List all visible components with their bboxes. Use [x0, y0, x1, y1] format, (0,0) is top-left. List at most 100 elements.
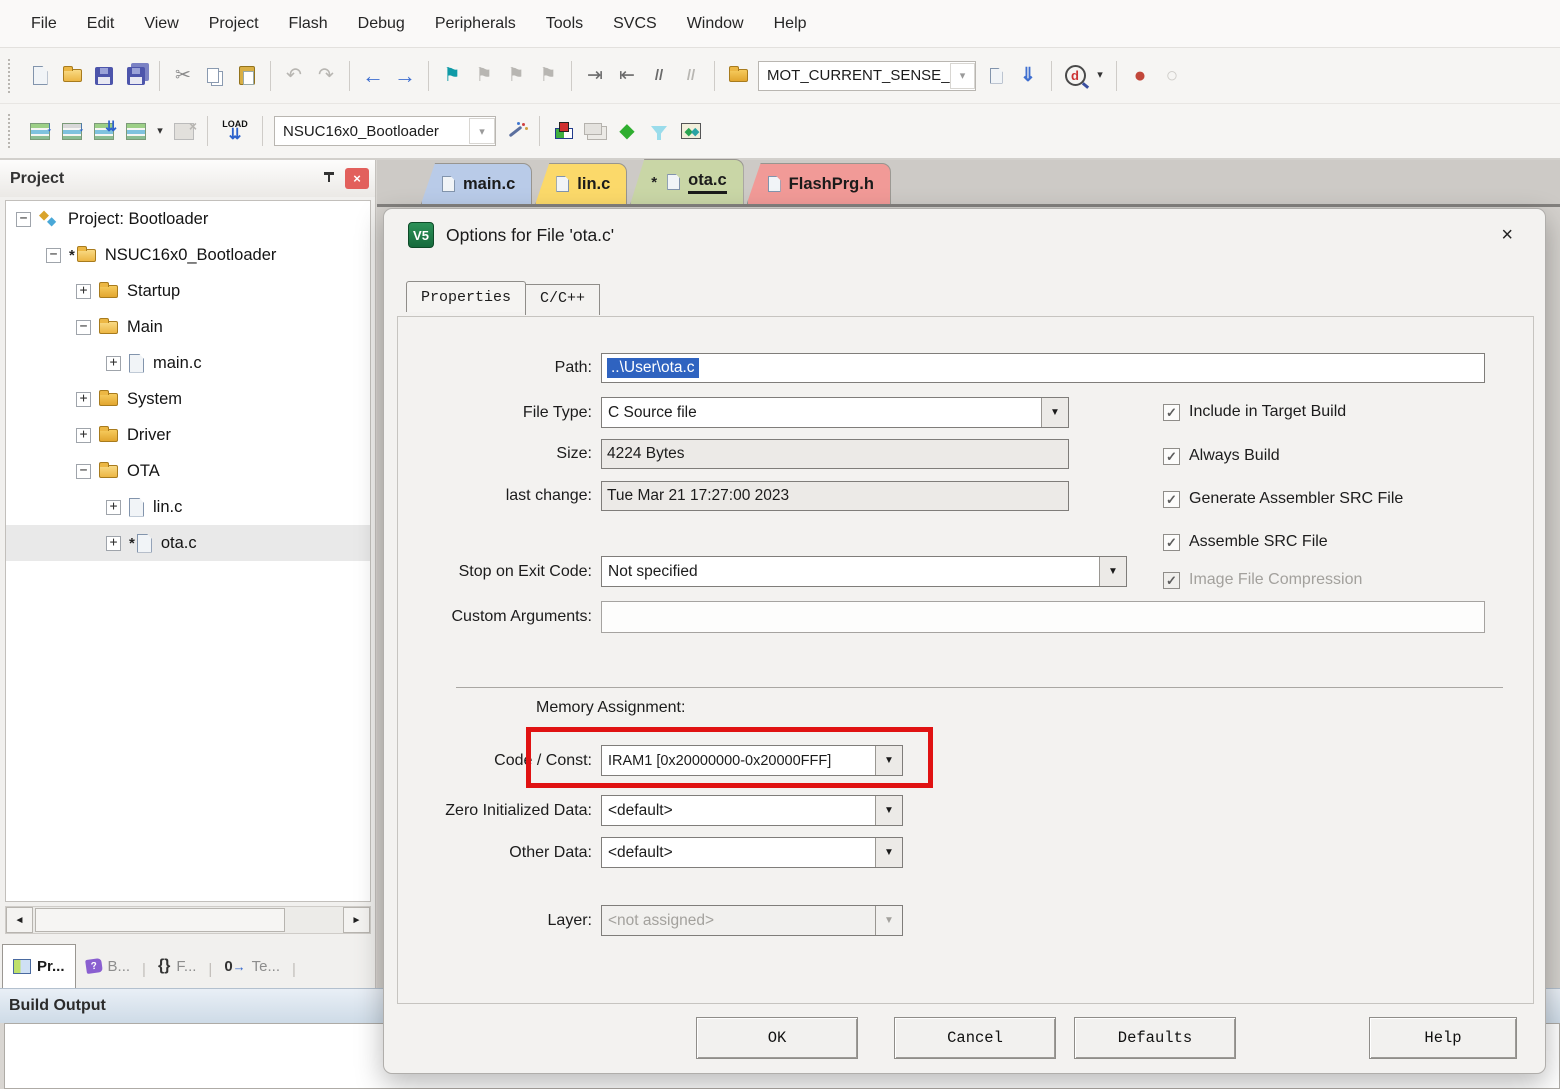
collapse-expander[interactable]: − [76, 320, 91, 335]
tab-templates-view[interactable]: 0→ Te... [214, 944, 290, 988]
tree-item-project-bootloader[interactable]: − Project: Bootloader [6, 201, 370, 237]
tree-item-main-c[interactable]: + main.c [6, 345, 370, 381]
chevron-down-icon[interactable]: ▾ [950, 63, 975, 89]
tree-item-ota-c[interactable]: + * ota.c [6, 525, 370, 561]
chevron-down-icon[interactable]: ▾ [469, 118, 495, 144]
manage-components-button[interactable]: ◆ [611, 114, 643, 148]
help-button[interactable]: Help [1369, 1017, 1517, 1059]
expand-expander[interactable]: + [106, 536, 121, 551]
ok-button[interactable]: OK [696, 1017, 858, 1059]
collapse-expander[interactable]: − [46, 248, 61, 263]
copy-button[interactable] [199, 59, 231, 93]
other-data-combobox[interactable]: <default> ▼ [601, 837, 903, 868]
expand-expander[interactable]: + [76, 284, 91, 299]
tree-item-lin-c[interactable]: + lin.c [6, 489, 370, 525]
tree-item-startup[interactable]: + Startup [6, 273, 370, 309]
tab-functions-view[interactable]: {} F... [148, 944, 206, 988]
manage-windows-button[interactable] [579, 114, 611, 148]
open-file-button[interactable] [56, 59, 88, 93]
menu-file[interactable]: File [16, 9, 72, 39]
custom-arguments-input[interactable] [601, 601, 1485, 633]
navigate-back-button[interactable]: ← [357, 59, 389, 93]
target-select-combobox[interactable]: NSUC16x0_Bootloader ▾ [274, 116, 496, 146]
undo-button[interactable]: ↶ [278, 59, 310, 93]
file-type-combobox[interactable]: C Source file ▼ [601, 397, 1069, 428]
expand-expander[interactable]: + [76, 392, 91, 407]
code-search-button[interactable]: d [1059, 59, 1091, 93]
expand-expander[interactable]: + [106, 356, 121, 371]
rebuild-button[interactable]: ⇊ [88, 114, 120, 148]
collapse-expander[interactable]: − [16, 212, 31, 227]
batch-build-dropdown[interactable]: ▾ [152, 114, 168, 148]
dropdown-arrow-icon[interactable]: ▼ [1041, 398, 1068, 427]
menu-edit[interactable]: Edit [72, 9, 130, 39]
find-in-files-button[interactable] [722, 59, 754, 93]
cancel-button[interactable]: Cancel [894, 1017, 1056, 1059]
build-button[interactable]: ↓ [56, 114, 88, 148]
tab-flashprg-h[interactable]: FlashPrg.h [747, 163, 891, 204]
target-options-button[interactable] [500, 114, 532, 148]
paste-button[interactable] [231, 59, 263, 93]
tab-project-view[interactable]: Pr... [2, 944, 76, 988]
checkbox-assemble-src-file[interactable]: ✓ Assemble SRC File [1163, 533, 1328, 551]
tree-item-system[interactable]: + System [6, 381, 370, 417]
checkbox-always-build[interactable]: ✓ Always Build [1163, 447, 1280, 465]
expand-expander[interactable]: + [106, 500, 121, 515]
search-term-combobox[interactable]: MOT_CURRENT_SENSE_L ▾ [758, 61, 976, 91]
tab-properties[interactable]: Properties [406, 281, 526, 312]
dropdown-arrow-icon[interactable]: ▼ [875, 838, 902, 867]
toggle-bookmark-button[interactable]: ⚑ [436, 59, 468, 93]
tab-main-c[interactable]: main.c [421, 163, 532, 204]
close-panel-button[interactable]: × [345, 168, 369, 189]
tab-books-view[interactable]: ? B... [76, 944, 141, 988]
dropdown-arrow-icon[interactable]: ▼ [875, 796, 902, 825]
navigate-forward-button[interactable]: → [389, 59, 421, 93]
unindent-button[interactable]: ⇤ [611, 59, 643, 93]
dialog-close-button[interactable]: × [1493, 222, 1521, 249]
code-search-dropdown[interactable]: ▾ [1091, 59, 1109, 93]
comment-button[interactable]: // [643, 59, 675, 93]
stop-on-exit-combobox[interactable]: Not specified ▼ [601, 556, 1127, 587]
zero-initialized-data-combobox[interactable]: <default> ▼ [601, 795, 903, 826]
horizontal-scrollbar[interactable]: ◄ ► [5, 906, 371, 934]
dialog-title-bar[interactable]: V5 Options for File 'ota.c' × [384, 209, 1545, 261]
tree-item-driver[interactable]: + Driver [6, 417, 370, 453]
select-software-packs-button[interactable] [643, 114, 675, 148]
tab-ota-c[interactable]: * ota.c [630, 159, 743, 204]
tree-item-ota[interactable]: − OTA [6, 453, 370, 489]
pin-icon[interactable] [323, 172, 335, 186]
manage-rte-button[interactable] [547, 114, 579, 148]
tree-item-nsuc16x0-bootloader[interactable]: − * NSUC16x0_Bootloader [6, 237, 370, 273]
menu-help[interactable]: Help [759, 9, 822, 39]
stop-build-button[interactable]: × [168, 114, 200, 148]
menu-view[interactable]: View [129, 9, 193, 39]
save-button[interactable] [88, 59, 120, 93]
collapse-expander[interactable]: − [76, 464, 91, 479]
new-file-button[interactable] [24, 59, 56, 93]
prev-bookmark-button[interactable]: ⚑ [468, 59, 500, 93]
redo-button[interactable]: ↷ [310, 59, 342, 93]
indent-button[interactable]: ⇥ [579, 59, 611, 93]
save-all-button[interactable] [120, 59, 152, 93]
translate-button[interactable]: ↓ [24, 114, 56, 148]
menu-debug[interactable]: Debug [343, 9, 420, 39]
menu-project[interactable]: Project [194, 9, 274, 39]
scroll-left-button[interactable]: ◄ [6, 907, 33, 933]
checkbox-generate-assembler-src[interactable]: ✓ Generate Assembler SRC File [1163, 490, 1403, 508]
menu-svcs[interactable]: SVCS [598, 9, 672, 39]
pack-installer-button[interactable]: ◆◆ [675, 114, 707, 148]
menu-flash[interactable]: Flash [274, 9, 343, 39]
menu-window[interactable]: Window [672, 9, 759, 39]
insert-breakpoint-button[interactable]: ● [1124, 59, 1156, 93]
menu-peripherals[interactable]: Peripherals [420, 9, 531, 39]
download-button[interactable]: LOAD ⇊ [215, 114, 255, 148]
clear-bookmarks-button[interactable]: ⚑ [532, 59, 564, 93]
tree-item-main[interactable]: − Main [6, 309, 370, 345]
expand-expander[interactable]: + [76, 428, 91, 443]
defaults-button[interactable]: Defaults [1074, 1017, 1236, 1059]
tab-lin-c[interactable]: lin.c [535, 163, 627, 204]
scroll-right-button[interactable]: ► [343, 907, 370, 933]
tab-c-cpp[interactable]: C/C++ [525, 284, 600, 315]
disable-breakpoint-button[interactable]: ○ [1156, 59, 1188, 93]
batch-build-button[interactable] [120, 114, 152, 148]
